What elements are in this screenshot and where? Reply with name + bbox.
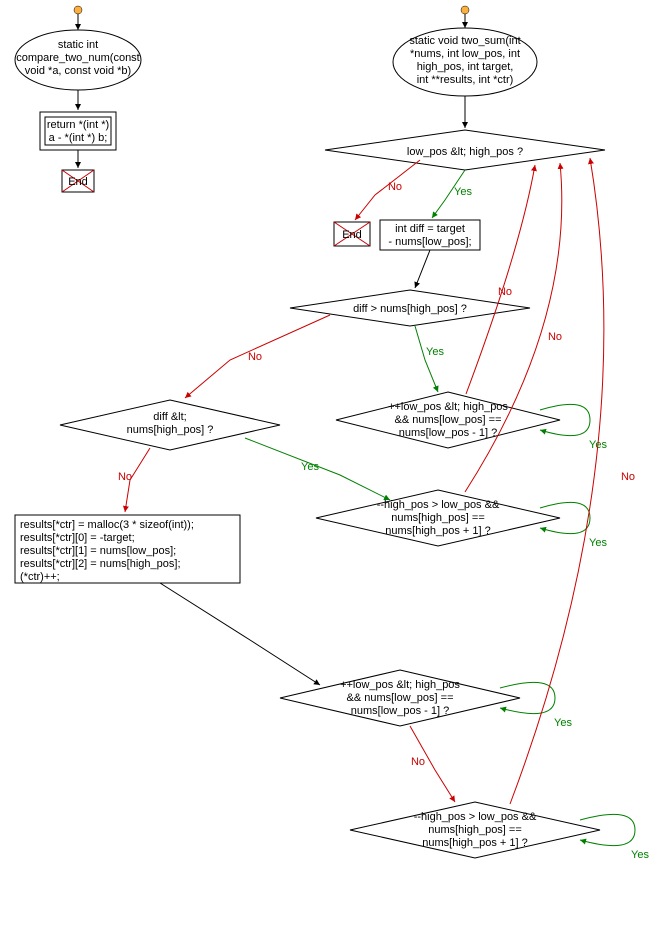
loop-dec-high-a-line3: nums[high_pos + 1] ? <box>385 525 491 537</box>
return-box-line2: a - *(int *) b; <box>49 132 108 144</box>
loop-inc-low-a-line1: ++low_pos &lt; high_pos <box>388 401 508 413</box>
edge-results-to-inc-low-b <box>160 583 320 685</box>
results-line2: results[*ctr][0] = -target; <box>20 532 135 544</box>
loop-inc-low-a-line3: nums[low_pos - 1] ? <box>399 427 497 439</box>
label-no-4: No <box>118 471 132 483</box>
loop-inc-low-a-line2: && nums[low_pos] == <box>394 414 501 426</box>
start-two-sum-line4: int **results, int *ctr) <box>417 74 514 86</box>
return-box-line1: return *(int *) <box>47 119 109 131</box>
start-two-sum-line1: static void two_sum(int <box>409 35 520 47</box>
svg-text:End: End <box>342 229 362 241</box>
cond-diff-lt-line2: nums[high_pos] ? <box>127 424 214 436</box>
loop-inc-low-b-line1: ++low_pos &lt; high_pos <box>340 679 460 691</box>
cond-main-text: low_pos &lt; high_pos ? <box>407 146 523 158</box>
label-yes-6: Yes <box>554 717 572 729</box>
label-no-5: No <box>548 331 562 343</box>
label-no-6: No <box>411 756 425 768</box>
results-line3: results[*ctr][1] = nums[low_pos]; <box>20 545 176 557</box>
start-two-sum-line2: *nums, int low_pos, int <box>410 48 520 60</box>
start-node-compare-line1: static int <box>58 39 98 51</box>
start-dot-left <box>74 6 82 14</box>
start-node-compare-line2: compare_two_num(const <box>16 52 140 64</box>
edge-diff-gt-yes <box>415 326 438 392</box>
calc-diff-line2: - nums[low_pos]; <box>388 236 471 248</box>
label-yes-1: Yes <box>454 186 472 198</box>
label-yes-2: Yes <box>426 346 444 358</box>
loop-dec-high-b-line3: nums[high_pos + 1] ? <box>422 837 528 849</box>
start-dot-right <box>461 6 469 14</box>
start-node-compare-line3: void *a, const void *b) <box>25 65 131 77</box>
loop-inc-low-b-line3: nums[low_pos - 1] ? <box>351 705 449 717</box>
end-node-right: End <box>334 222 370 246</box>
loop-dec-high-b-line2: nums[high_pos] == <box>428 824 522 836</box>
label-no-2: No <box>248 351 262 363</box>
edge-inc-low-a-no <box>466 165 535 394</box>
loop-dec-high-a-line1: --high_pos > low_pos && <box>377 499 500 511</box>
edge-dec-high-a-no <box>465 163 562 492</box>
label-yes-5: Yes <box>589 537 607 549</box>
loop-dec-high-a-line2: nums[high_pos] == <box>391 512 485 524</box>
label-no-7: No <box>621 471 635 483</box>
cond-diff-gt-text: diff > nums[high_pos] ? <box>353 303 467 315</box>
edge-dec-high-b-no <box>510 158 604 804</box>
label-yes-7: Yes <box>631 849 649 861</box>
results-line5: (*ctr)++; <box>20 571 60 583</box>
results-line4: results[*ctr][2] = nums[high_pos]; <box>20 558 181 570</box>
results-line1: results[*ctr] = malloc(3 * sizeof(int)); <box>20 519 194 531</box>
calc-diff-line1: int diff = target <box>395 223 465 235</box>
label-no-1: No <box>388 181 402 193</box>
label-yes-4: Yes <box>301 461 319 473</box>
loop-inc-low-b-line2: && nums[low_pos] == <box>346 692 453 704</box>
end-node-left: End <box>62 170 94 192</box>
flowchart-canvas: static int compare_two_num(const void *a… <box>0 0 666 929</box>
cond-diff-lt-line1: diff &lt; <box>153 411 186 423</box>
loop-dec-high-b-line1: --high_pos > low_pos && <box>414 811 537 823</box>
svg-text:End: End <box>68 176 88 188</box>
start-two-sum-line3: high_pos, int target, <box>417 61 514 73</box>
label-no-3: No <box>498 286 512 298</box>
